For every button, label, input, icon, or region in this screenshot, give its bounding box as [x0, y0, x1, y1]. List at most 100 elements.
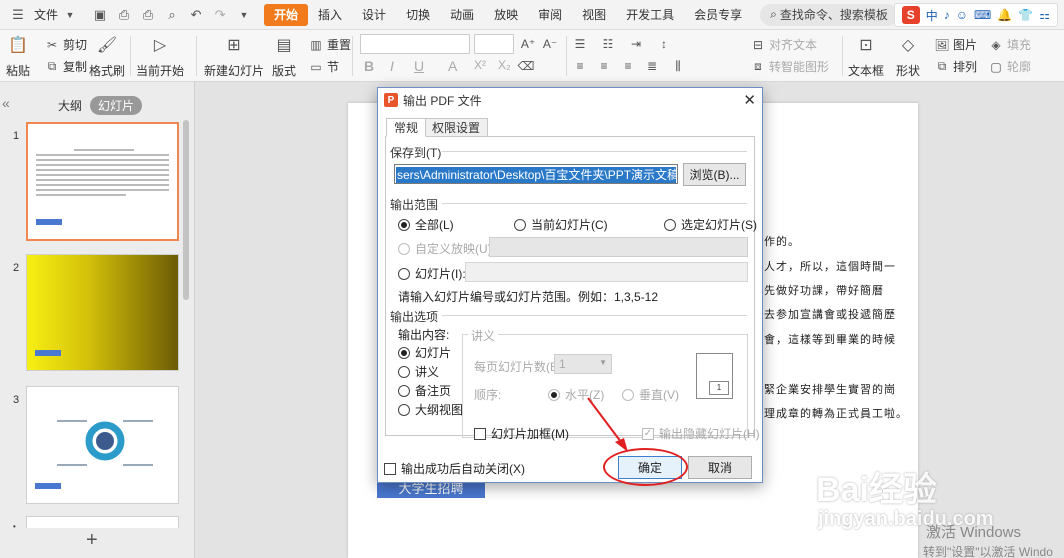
- content-slides-radio[interactable]: 幻灯片: [398, 344, 451, 361]
- underline-button[interactable]: U: [414, 58, 424, 74]
- tab-review[interactable]: 审阅: [528, 4, 572, 26]
- tab-slides[interactable]: 幻灯片: [90, 96, 143, 115]
- order-vertical-radio[interactable]: 垂直(V): [622, 386, 679, 403]
- slide-range-input[interactable]: [465, 262, 748, 282]
- per-page-select[interactable]: 1 ▼: [554, 354, 612, 374]
- tab-insert[interactable]: 插入: [308, 4, 352, 26]
- columns-button[interactable]: ⫼: [670, 58, 689, 74]
- print-icon[interactable]: ⎙: [140, 7, 156, 23]
- align-text-button[interactable]: ⊟ 对齐文本: [750, 36, 817, 53]
- indent-button[interactable]: ⇥: [628, 36, 647, 52]
- to-smartart-button[interactable]: ⧈ 转智能图形: [750, 58, 829, 75]
- highlight-ellipse: [603, 448, 688, 486]
- export-icon[interactable]: ⎙: [116, 7, 132, 23]
- slide-thumbnail-4[interactable]: [26, 516, 179, 528]
- ime-item[interactable]: 👕: [1018, 8, 1033, 22]
- line-spacing-button[interactable]: ↕: [656, 36, 675, 52]
- slide-thumbnail-3[interactable]: [26, 386, 179, 504]
- tab-slideshow[interactable]: 放映: [484, 4, 528, 26]
- ime-item[interactable]: ♪: [944, 8, 950, 22]
- reset-icon: ▥: [310, 37, 322, 52]
- picture-button[interactable]: 🖼 图片: [934, 36, 977, 53]
- content-notes-radio[interactable]: 备注页: [398, 382, 451, 399]
- shape-button[interactable]: ◇ 形状: [896, 34, 920, 79]
- superscript-button[interactable]: X²: [474, 58, 486, 72]
- auto-close-checkbox[interactable]: 输出成功后自动关闭(X): [384, 460, 525, 477]
- save-path-field[interactable]: sers\Administrator\Desktop\百宝文件夹\PPT演示文稿…: [394, 164, 678, 184]
- tab-transitions[interactable]: 切换: [396, 4, 440, 26]
- tab-general[interactable]: 常规: [386, 118, 427, 137]
- ime-item[interactable]: 中: [926, 7, 938, 24]
- slide-thumbnail-1[interactable]: [26, 122, 179, 241]
- ime-item[interactable]: 🔔: [997, 8, 1012, 22]
- align-center-button[interactable]: ≡: [596, 58, 615, 74]
- custom-show-select[interactable]: [489, 237, 748, 257]
- numbering-button[interactable]: ☷: [600, 36, 619, 52]
- clear-format-button[interactable]: ⌫: [518, 58, 537, 74]
- tab-design[interactable]: 设计: [352, 4, 396, 26]
- cancel-button[interactable]: 取消: [688, 456, 752, 479]
- align-left-button[interactable]: ≡: [572, 58, 591, 74]
- section-button[interactable]: ▭ 节: [308, 58, 339, 75]
- bullets-button[interactable]: ☰: [572, 36, 591, 52]
- grow-font-button[interactable]: A⁺: [520, 36, 539, 52]
- tab-member[interactable]: 会员专享: [684, 4, 752, 26]
- range-slides-radio[interactable]: 幻灯片(I):: [398, 265, 466, 282]
- ime-item[interactable]: ⌨: [974, 8, 991, 22]
- copy-button[interactable]: ⧉ 复制: [44, 58, 87, 75]
- textbox-button[interactable]: ⊡ 文本框: [848, 34, 884, 79]
- shrink-font-button[interactable]: A⁻: [542, 36, 561, 52]
- reset-button[interactable]: ▥ 重置: [308, 36, 351, 53]
- tab-permissions[interactable]: 权限设置: [424, 118, 489, 137]
- tab-animation[interactable]: 动画: [440, 4, 484, 26]
- ime-item[interactable]: ☺: [956, 8, 968, 22]
- tab-view[interactable]: 视图: [572, 4, 616, 26]
- ime-item[interactable]: ⚏: [1039, 8, 1050, 22]
- subscript-button[interactable]: X₂: [498, 58, 511, 72]
- order-horizontal-radio[interactable]: 水平(Z): [548, 386, 604, 403]
- hidden-slides-checkbox[interactable]: ✓ 输出隐藏幻灯片(H): [642, 425, 760, 442]
- range-selected-radio[interactable]: 选定幻灯片(S): [664, 216, 757, 233]
- preview-icon[interactable]: ⌕: [164, 7, 180, 23]
- arrange-button[interactable]: ⧉ 排列: [934, 58, 977, 75]
- play-from-current-button[interactable]: ▷ 当前开始: [136, 34, 184, 79]
- add-slide-icon[interactable]: +: [86, 529, 98, 552]
- bold-button[interactable]: B: [364, 58, 374, 74]
- tab-developer[interactable]: 开发工具: [616, 4, 684, 26]
- content-outline-radio[interactable]: 大纲视图: [398, 401, 463, 418]
- slide-thumbnail-2[interactable]: [26, 254, 179, 371]
- align-right-button[interactable]: ≡: [620, 58, 639, 74]
- redo-icon[interactable]: ↷: [212, 7, 228, 23]
- range-all-radio[interactable]: 全部(L): [398, 216, 454, 233]
- format-painter-button[interactable]: 🖌 格式刷: [89, 34, 125, 79]
- paste-button[interactable]: 📋 粘贴: [6, 34, 30, 79]
- scrollbar[interactable]: [183, 120, 189, 300]
- frame-slides-checkbox[interactable]: 幻灯片加框(M): [474, 425, 569, 442]
- outline-button[interactable]: ▢ 轮廓: [988, 58, 1031, 75]
- radio-dot: [398, 365, 410, 378]
- close-icon[interactable]: ✕: [743, 91, 756, 109]
- file-menu[interactable]: ☰ 文件 ▼: [0, 0, 88, 30]
- command-search[interactable]: ⌕ 查找命令、搜索模板: [760, 3, 898, 26]
- content-handouts-radio[interactable]: 讲义: [398, 363, 439, 380]
- font-color-button[interactable]: A: [448, 58, 457, 74]
- tab-home[interactable]: 开始: [264, 3, 309, 26]
- cut-button[interactable]: ✂ 剪切: [44, 36, 87, 53]
- fill-button[interactable]: ◈ 填充: [988, 36, 1031, 53]
- tab-outline[interactable]: 大纲: [50, 96, 90, 115]
- chevron-down-icon[interactable]: ▼: [236, 7, 252, 23]
- layout-button[interactable]: ▤ 版式: [272, 34, 296, 79]
- font-size-combo[interactable]: [474, 34, 514, 54]
- justify-button[interactable]: ≣: [644, 58, 663, 74]
- browse-button[interactable]: 浏览(B)...: [683, 163, 746, 186]
- range-custom-radio[interactable]: 自定义放映(U):: [398, 240, 495, 257]
- dialog-titlebar[interactable]: P 输出 PDF 文件 ✕: [378, 88, 762, 112]
- italic-button[interactable]: I: [390, 58, 394, 74]
- ime-toolbar[interactable]: S 中 ♪ ☺ ⌨ 🔔 👕 ⚏: [893, 3, 1058, 27]
- collapse-panel-icon[interactable]: «: [2, 95, 10, 111]
- save-icon[interactable]: ▣: [92, 7, 108, 23]
- undo-icon[interactable]: ↶: [188, 7, 204, 23]
- font-family-combo[interactable]: [360, 34, 470, 54]
- range-current-radio[interactable]: 当前幻灯片(C): [514, 216, 608, 233]
- new-slide-button[interactable]: ⊞ 新建幻灯片: [204, 34, 264, 79]
